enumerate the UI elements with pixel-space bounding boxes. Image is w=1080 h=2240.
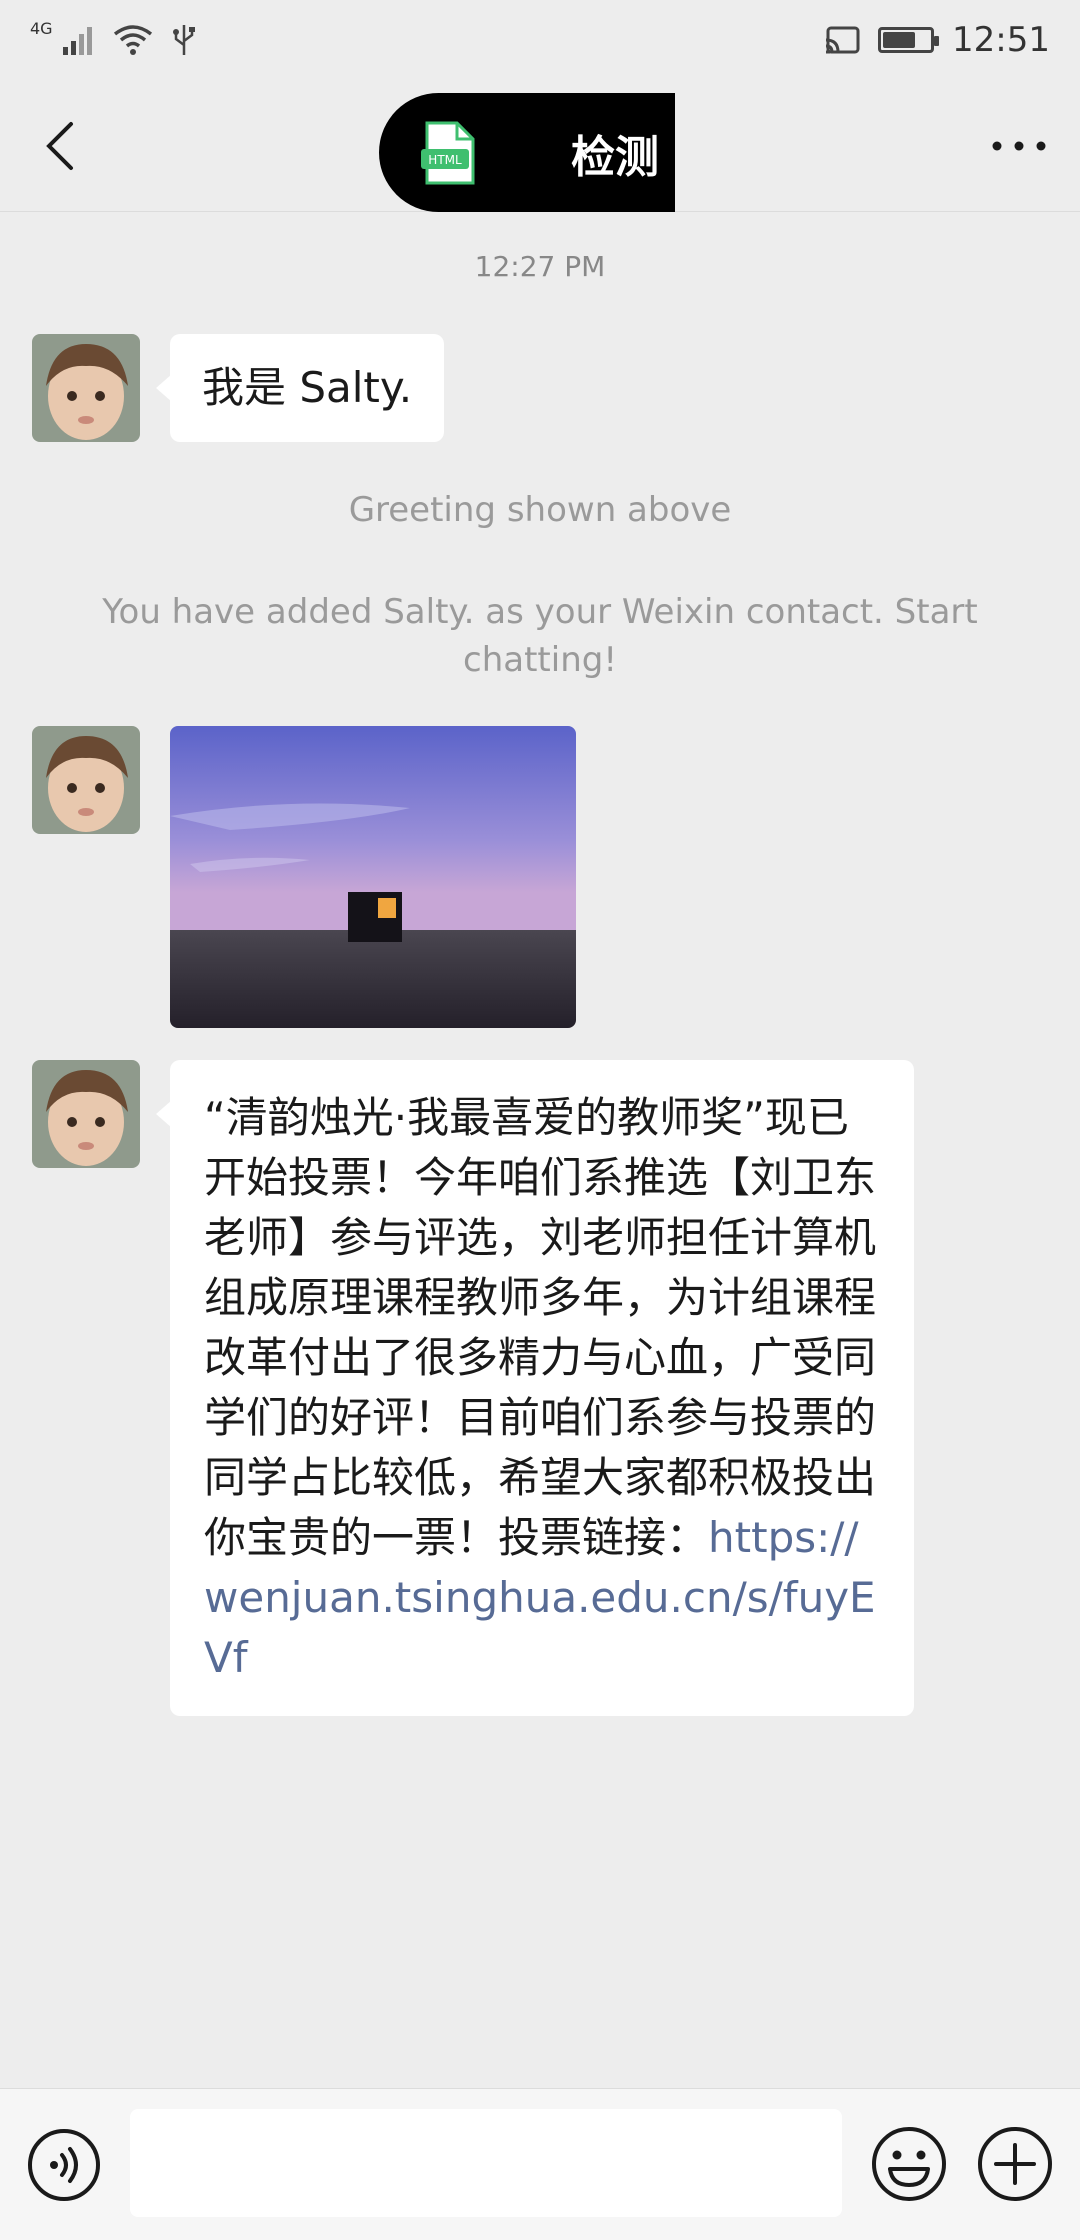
title-overlay: HTML 检测 <box>379 93 675 212</box>
image-message[interactable] <box>170 726 576 1028</box>
battery-icon <box>878 27 940 53</box>
landscape-photo <box>170 726 576 1028</box>
more-icon <box>992 141 1046 151</box>
message-input[interactable] <box>130 2109 842 2217</box>
chat-header: HTML 检测 <box>0 80 1080 212</box>
battery-level <box>883 32 916 48</box>
html-file-label: HTML <box>428 153 462 167</box>
emoji-icon[interactable] <box>870 2125 948 2203</box>
network-type-label: 4G <box>30 18 53 38</box>
avatar-image <box>32 334 140 442</box>
voice-icon[interactable] <box>26 2127 102 2203</box>
contact-avatar[interactable] <box>32 1060 140 1168</box>
contact-avatar[interactable] <box>32 726 140 834</box>
message-bubble[interactable]: 我是 Salty. <box>155 334 445 442</box>
contact-avatar[interactable] <box>32 334 140 442</box>
input-bar <box>0 2088 1080 2240</box>
plus-icon[interactable] <box>976 2125 1054 2203</box>
message-bubble[interactable]: “清韵烛光·我最喜爱的教师奖”现已开始投票！今年咱们系推选【刘卫东老师】参与评选… <box>156 1060 914 1716</box>
system-note-added: You have added Salty. as your Weixin con… <box>102 592 978 680</box>
avatar-image <box>32 1060 140 1168</box>
status-left: 4G <box>30 19 197 57</box>
message-timestamp: 12:27 PM <box>474 250 606 283</box>
avatar-image <box>32 726 140 834</box>
back-button[interactable] <box>30 116 90 176</box>
message-text: “清韵烛光·我最喜爱的教师奖”现已开始投票！今年咱们系推选【刘卫东老师】参与评选… <box>204 1093 877 1562</box>
signal-icon <box>62 27 92 55</box>
more-button[interactable] <box>984 116 1054 176</box>
wifi-icon <box>113 25 152 55</box>
usb-icon <box>172 25 195 55</box>
system-note-greeting: Greeting shown above <box>348 490 732 530</box>
cast-icon <box>825 26 860 54</box>
chat-area[interactable]: 12:27 PM 我是 Salty. Greeting shown above … <box>0 212 1080 2088</box>
html-file-icon: HTML <box>421 121 475 184</box>
status-right: 12:51 <box>824 20 1050 60</box>
back-icon <box>46 122 73 170</box>
status-time: 12:51 <box>952 20 1050 60</box>
status-bar: 4G 12:51 <box>0 0 1080 80</box>
message-text: 我是 Salty. <box>202 363 413 412</box>
page-title: 检测 <box>571 131 659 183</box>
